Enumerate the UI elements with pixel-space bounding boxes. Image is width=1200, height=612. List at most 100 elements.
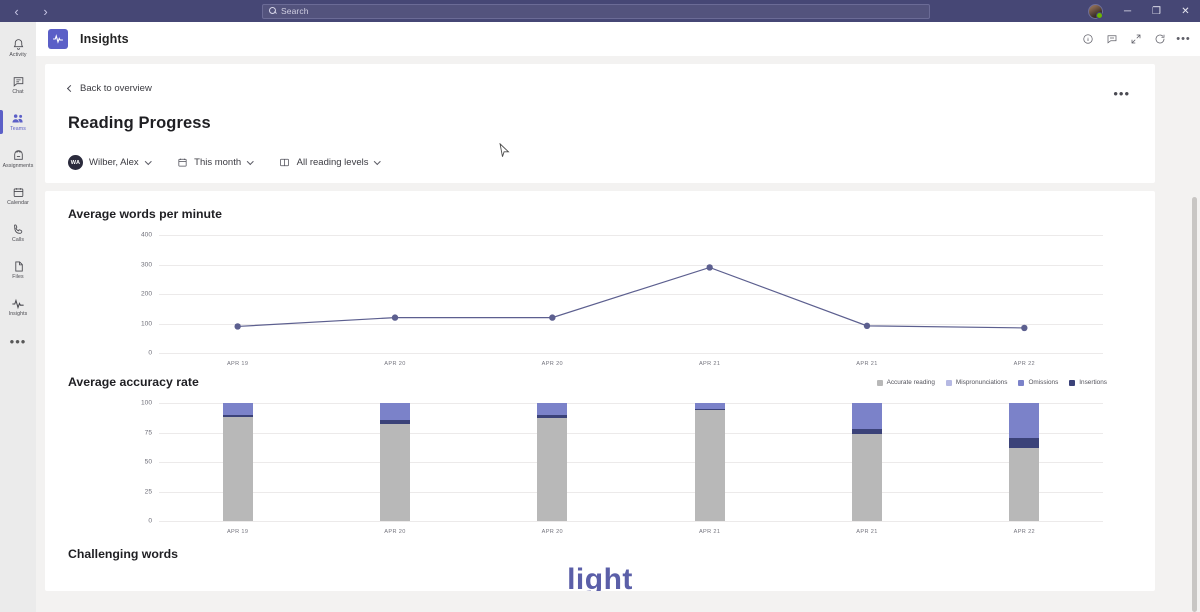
sidebar-item-chat[interactable]: Chat [0,67,36,103]
minimize-button[interactable]: ─ [1113,0,1142,22]
sidebar-item-label: Activity [9,53,26,58]
filter-bar: WA Wilber, Alex This month [45,133,1155,170]
phone-icon [12,222,25,237]
avatar: WA [68,155,83,170]
bar-stack[interactable] [852,403,882,521]
data-point[interactable] [706,264,712,270]
forward-arrow-icon[interactable]: › [39,5,52,18]
chevron-down-icon [247,158,253,164]
backpack-icon [12,148,25,163]
book-icon [279,157,291,169]
bar-segment[interactable] [380,424,410,521]
document-icon [12,259,25,274]
x-axis-tick: APR 20 [542,361,563,367]
back-arrow-icon[interactable]: ‹ [10,5,23,18]
bell-icon [12,37,25,52]
bar-segment[interactable] [852,403,882,429]
data-point[interactable] [392,314,398,320]
sidebar-item-activity[interactable]: Activity [0,30,36,66]
data-point[interactable] [1021,325,1027,331]
bar-segment[interactable] [1009,448,1039,521]
sidebar-item-teams[interactable]: Teams [0,104,36,140]
legend-label: Mispronunciations [956,379,1008,386]
bar-stack[interactable] [380,403,410,521]
bar-stack[interactable] [1009,403,1039,521]
legend-item[interactable]: Omissions [1018,379,1058,386]
filter-reading-level-label: All reading levels [297,157,369,168]
y-axis-tick: 300 [141,261,159,268]
legend-swatch [1018,380,1024,386]
sidebar-more-button[interactable]: ••• [10,334,27,349]
bar-segment[interactable] [695,410,725,521]
sidebar-item-calls[interactable]: Calls [0,215,36,251]
sidebar-item-label: Teams [10,127,26,132]
gridline [159,462,1103,463]
bar-chart-plot: 0255075100APR 19APR 20APR 20APR 21APR 21… [159,403,1103,521]
content-scrollbar[interactable] [1192,197,1197,612]
app-body: Activity Chat Teams [0,22,1200,612]
legend-swatch [1069,380,1075,386]
search-placeholder: Search [281,6,309,16]
close-button[interactable]: ✕ [1171,0,1200,22]
challenging-words-section: Challenging words light [45,531,1155,591]
gridline [159,433,1103,434]
data-point[interactable] [864,323,870,329]
back-to-overview-link[interactable]: Back to overview [45,83,152,94]
sidebar-item-insights[interactable]: Insights [0,289,36,325]
sidebar-item-assignments[interactable]: Assignments [0,141,36,177]
bar-stack[interactable] [695,403,725,521]
bar-segment[interactable] [852,434,882,521]
chevron-left-icon [67,85,74,92]
filter-reading-level[interactable]: All reading levels [279,157,380,169]
bar-segment[interactable] [537,418,567,521]
y-axis-tick: 100 [141,320,159,327]
chart-legend: Accurate reading Mispronunciations Omissio… [877,379,1107,386]
content-scroll-area: Back to overview ••• Reading Progress WA… [36,56,1200,612]
window-nav-arrows: ‹ › [0,5,262,18]
data-point[interactable] [549,314,555,320]
filter-period[interactable]: This month [176,157,253,169]
chat-bubble-icon[interactable] [1105,33,1118,46]
info-circle-icon[interactable] [1081,33,1094,46]
legend-item[interactable]: Accurate reading [877,379,935,386]
filter-student[interactable]: WA Wilber, Alex [68,155,150,170]
page-more-options-button[interactable]: ••• [1113,86,1130,101]
pop-out-icon[interactable] [1129,33,1142,46]
calendar-icon [176,157,188,169]
search-input[interactable]: Search [262,4,930,19]
filter-student-label: Wilber, Alex [89,157,139,168]
more-options-icon[interactable]: ••• [1177,33,1190,46]
user-avatar[interactable] [1088,4,1103,19]
y-axis-tick: 0 [148,350,159,357]
sidebar-item-label: Calls [12,238,24,243]
insights-pulse-icon [48,29,68,49]
page-title: Insights [80,32,129,46]
bar-segment[interactable] [380,403,410,420]
app-header-actions: ••• [1081,33,1190,46]
bar-segment[interactable] [1009,403,1039,438]
bar-segment[interactable] [537,403,567,415]
gridline [159,403,1103,404]
word-cloud-word[interactable]: light [567,563,633,591]
chart-average-accuracy-rate: Average accuracy rate Accurate readingMi… [45,375,1155,521]
bar-stack[interactable] [537,403,567,521]
y-axis-tick: 200 [141,291,159,298]
chevron-down-icon [145,158,151,164]
calendar-icon [12,185,25,200]
main-area: Insights [36,22,1200,612]
back-link-label: Back to overview [80,83,152,94]
bar-segment[interactable] [1009,438,1039,447]
legend-item[interactable]: Mispronunciations [946,379,1008,386]
restore-button[interactable]: ❐ [1142,0,1171,22]
bar-segment[interactable] [223,417,253,521]
sidebar-item-calendar[interactable]: Calendar [0,178,36,214]
scrollbar-thumb[interactable] [1192,197,1197,612]
chat-bubble-icon [12,74,25,89]
sidebar-item-files[interactable]: Files [0,252,36,288]
bar-segment[interactable] [223,403,253,415]
data-point[interactable] [234,323,240,329]
chart-average-words-per-minute: Average words per minute 0100200300400AP… [45,207,1155,353]
bar-stack[interactable] [223,403,253,521]
refresh-icon[interactable] [1153,33,1166,46]
legend-item[interactable]: Insertions [1069,379,1107,386]
